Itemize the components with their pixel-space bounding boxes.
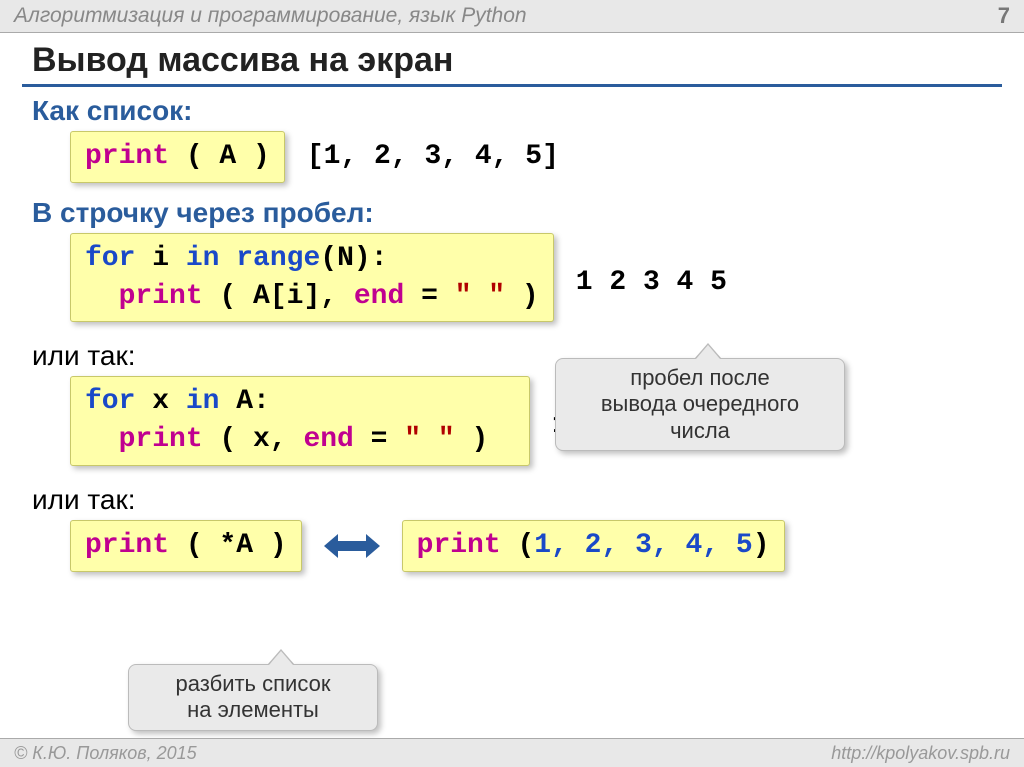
footer-right: http://kpolyakov.spb.ru xyxy=(831,743,1010,764)
subhead-alt1: или так: xyxy=(32,340,1024,372)
slide-footer: © К.Ю. Поляков, 2015 http://kpolyakov.sp… xyxy=(0,738,1024,767)
subhead-alt2: или так: xyxy=(32,484,1024,516)
code-for-x: for x in A: print ( x, end = " " ) xyxy=(70,376,530,466)
row-for-range: for i in range(N): print ( A[i], end = "… xyxy=(70,233,1024,323)
callout-space-text: пробел после вывода очередного числа xyxy=(570,365,830,444)
double-arrow-icon xyxy=(324,534,380,558)
output-list: [1, 2, 3, 4, 5] xyxy=(307,141,559,172)
row-unpack: print ( *A ) print (1, 2, 3, 4, 5) xyxy=(70,520,1024,572)
code-print-A: print ( A ) xyxy=(70,131,285,183)
code-print-star: print ( *A ) xyxy=(70,520,302,572)
slide-header: Алгоритмизация и программирование, язык … xyxy=(0,0,1024,33)
topic-text: Алгоритмизация и программирование, язык … xyxy=(14,4,527,28)
output-inline-1: 1 2 3 4 5 xyxy=(576,267,727,298)
title-rule xyxy=(22,84,1002,87)
callout-unpack: разбить список на элементы xyxy=(128,664,378,731)
footer-left: © К.Ю. Поляков, 2015 xyxy=(14,743,197,764)
row-for-x: for x in A: print ( x, end = " " ) 1 2 3… xyxy=(70,376,1024,466)
subhead-inline: В строчку через пробел: xyxy=(32,197,1024,229)
slide-title: Вывод массива на экран xyxy=(32,41,1024,80)
callout-unpack-text: разбить список на элементы xyxy=(143,671,363,724)
code-for-range: for i in range(N): print ( A[i], end = "… xyxy=(70,233,554,323)
row-as-list: print ( A ) [1, 2, 3, 4, 5] xyxy=(70,131,1024,183)
subhead-as-list: Как список: xyxy=(32,95,1024,127)
page-number: 7 xyxy=(998,3,1010,29)
code-print-nums: print (1, 2, 3, 4, 5) xyxy=(402,520,785,572)
callout-space: пробел после вывода очередного числа xyxy=(555,358,845,451)
